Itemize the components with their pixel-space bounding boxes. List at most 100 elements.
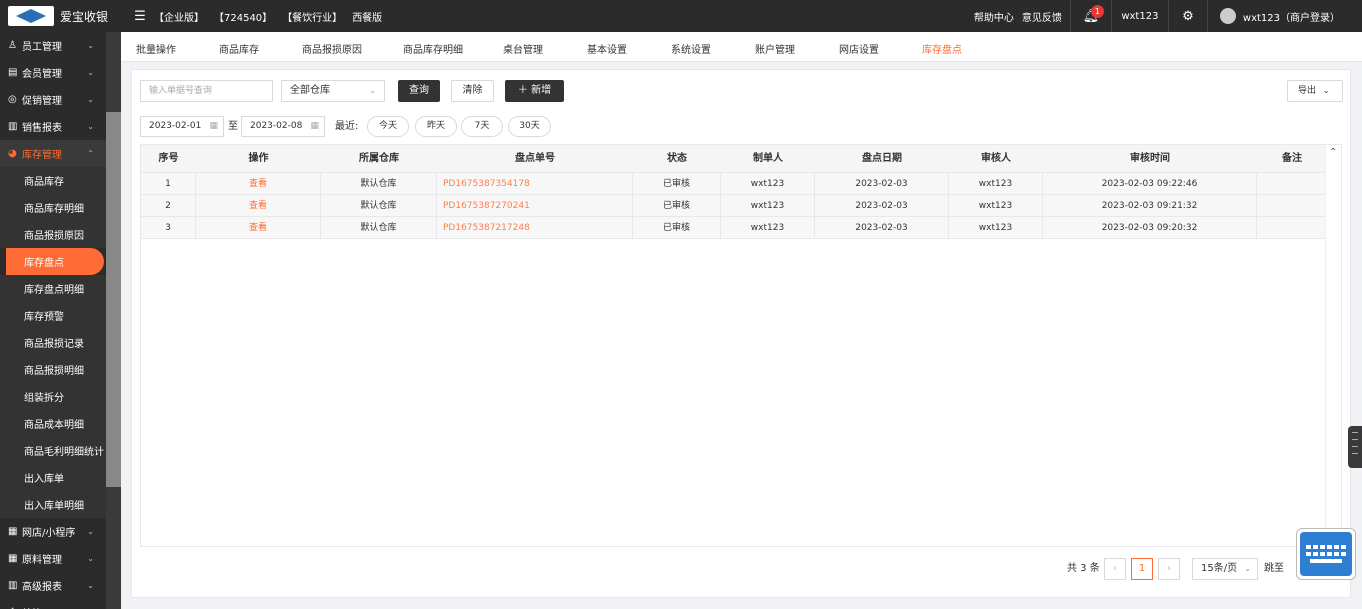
add-button[interactable]: ＋ 新增 [505, 80, 564, 102]
industry-label: 【餐饮行业】 [282, 12, 343, 24]
table-cell: wxt123 [949, 173, 1043, 195]
sidebar-group-2[interactable]: ◎ 促销管理 ⌄ [0, 86, 106, 113]
date-range-separator: 至 [228, 121, 238, 132]
sidebar-item-5[interactable]: 库存预警 [0, 302, 106, 329]
member-icon: ▤ [8, 67, 18, 78]
chevron-down-icon: ⌄ [369, 86, 376, 95]
tab-5[interactable]: 基本设置 [587, 41, 627, 63]
sidebar-group-label: 原料管理 [22, 555, 62, 566]
shop-icon: ▦ [8, 526, 18, 537]
page-1-button[interactable]: 1 [1131, 558, 1153, 580]
table-cell: wxt123 [721, 217, 815, 239]
top-header: 爱宝收银 ☰ 【企业版】 【724540】 【餐饮行业】 西餐版 帮助中心 意见… [0, 0, 1362, 32]
view-link[interactable]: 查看 [196, 217, 321, 239]
table-cell: wxt123 [721, 195, 815, 217]
tab-3[interactable]: 商品库存明细 [403, 41, 463, 63]
column-header: 备注 [1282, 153, 1302, 164]
sidebar-item-7[interactable]: 商品报损明细 [0, 356, 106, 383]
order-number-link[interactable]: PD1675387270241 [437, 195, 633, 217]
main-panel: 输入单据号查询 全部仓库 ⌄ 查询 清除 ＋ 新增 导出 ⌄ 2023-02-0… [131, 69, 1351, 598]
gear-icon[interactable]: ⚙ [1169, 9, 1207, 24]
warehouse-select[interactable]: 全部仓库 ⌄ [281, 80, 385, 102]
side-drawer-handle[interactable] [1348, 426, 1362, 468]
sidebar-item-9[interactable]: 商品成本明细 [0, 410, 106, 437]
table-row[interactable]: 2 查看 默认仓库 PD1675387270241 已审核 wxt123 2023-02-0… [141, 195, 1327, 217]
report-icon: ▥ [8, 580, 18, 591]
avatar[interactable] [1219, 8, 1236, 24]
sidebar-group-inventory[interactable]: ◕ 库存管理 ⌃ [0, 140, 106, 167]
sidebar-item-8[interactable]: 组装拆分 [0, 383, 106, 410]
export-button[interactable]: 导出 ⌄ [1287, 80, 1343, 102]
total-count: 共 3 条 [1067, 563, 1100, 574]
sidebar-item-12[interactable]: 出入库单明细 [0, 491, 106, 518]
sidebar-group-bottom-3[interactable]: ♙结算⌄ [0, 599, 106, 609]
tab-4[interactable]: 桌台管理 [503, 41, 543, 63]
help-center-link[interactable]: 帮助中心 [974, 9, 1014, 24]
version-label: 西餐版 [352, 12, 383, 24]
tab-8[interactable]: 网店设置 [839, 41, 879, 63]
chevron-down-icon: ⌄ [87, 581, 94, 590]
quick-range-yesterday[interactable]: 昨天 [415, 116, 457, 137]
quick-range-30days[interactable]: 30天 [508, 116, 551, 137]
table-cell [1257, 217, 1327, 239]
sidebar-item-11[interactable]: 出入库单 [0, 464, 106, 491]
table-cell: 2023-02-03 [815, 217, 949, 239]
sidebar-item-6[interactable]: 商品报损记录 [0, 329, 106, 356]
sidebar-item-10[interactable]: 商品毛利明细统计 [0, 437, 106, 464]
sidebar-group-bottom-0[interactable]: ▦ 网店/小程序 ⌄ [0, 518, 106, 545]
menu-icon[interactable]: ☰ [132, 9, 148, 24]
sidebar-group-bottom-1[interactable]: ▦ 原料管理 ⌄ [0, 545, 106, 572]
sidebar-item-4[interactable]: 库存盘点明细 [0, 275, 106, 302]
tab-9[interactable]: 库存盘点 [922, 41, 962, 63]
tab-1[interactable]: 商品库存 [219, 41, 259, 63]
notifications-button[interactable]: 🔔︎ 1 [1071, 4, 1111, 24]
page-size-select[interactable]: 15条/页 ⌄ [1192, 558, 1258, 580]
tab-2[interactable]: 商品报损原因 [302, 41, 362, 63]
search-input[interactable]: 输入单据号查询 [140, 80, 273, 102]
sidebar-item-3[interactable]: 库存盘点 [6, 248, 104, 275]
date-from-input[interactable]: 2023-02-01 ▦ [140, 116, 224, 137]
feedback-link[interactable]: 意见反馈 [1022, 9, 1062, 24]
sidebar-scrollbar[interactable] [106, 32, 121, 609]
sidebar-item-2[interactable]: 商品报损原因 [0, 221, 106, 248]
chevron-up-icon: ⌃ [1329, 147, 1338, 158]
table-cell [1257, 195, 1327, 217]
chevron-up-icon: ⌃ [87, 149, 94, 158]
next-page-button[interactable]: › [1158, 558, 1180, 580]
view-link[interactable]: 查看 [196, 173, 321, 195]
column-header: 审核人 [981, 153, 1011, 164]
user-account-label[interactable]: wxt123（商户登录） [1243, 9, 1340, 24]
query-button[interactable]: 查询 [398, 80, 440, 102]
quick-range-7days[interactable]: 7天 [461, 116, 503, 137]
view-link[interactable]: 查看 [196, 195, 321, 217]
jump-to-label: 跳至 [1264, 563, 1284, 574]
order-number-link[interactable]: PD1675387217248 [437, 217, 633, 239]
table-cell: wxt123 [949, 195, 1043, 217]
sidebar-group-1[interactable]: ▤ 会员管理 ⌄ [0, 59, 106, 86]
sidebar-group-0[interactable]: ♙ 员工管理 ⌄ [0, 32, 106, 59]
column-header: 盘点单号 [515, 153, 555, 164]
chevron-down-icon: ⌄ [87, 95, 94, 104]
table-row[interactable]: 3 查看 默认仓库 PD1675387217248 已审核 wxt123 2023-02-0… [141, 217, 1327, 239]
sidebar-item-1[interactable]: 商品库存明细 [0, 194, 106, 221]
order-number-link[interactable]: PD1675387354178 [437, 173, 633, 195]
user-name[interactable]: wxt123 [1112, 11, 1168, 22]
tab-7[interactable]: 账户管理 [755, 41, 795, 63]
sidebar-group-label: 高级报表 [22, 582, 62, 593]
table-cell: 2023-02-03 09:20:32 [1043, 217, 1257, 239]
table-row[interactable]: 1 查看 默认仓库 PD1675387354178 已审核 wxt123 2023-02-0… [141, 173, 1327, 195]
quick-range-today[interactable]: 今天 [367, 116, 409, 137]
clear-button[interactable]: 清除 [451, 80, 494, 102]
sidebar-item-0[interactable]: 商品库存 [0, 167, 106, 194]
sidebar-group-bottom-2[interactable]: ▥ 高级报表 ⌄ [0, 572, 106, 599]
tab-6[interactable]: 系统设置 [671, 41, 711, 63]
pie-icon: ◕ [8, 148, 17, 159]
table-scrollbar[interactable]: ⌃ [1325, 145, 1341, 546]
date-to-input[interactable]: 2023-02-08 ▦ [241, 116, 325, 137]
table-cell: wxt123 [721, 173, 815, 195]
sidebar-group-label: 结算 [22, 605, 42, 609]
sidebar-group-3[interactable]: ▥ 销售报表 ⌄ [0, 113, 106, 140]
tab-0[interactable]: 批量操作 [136, 41, 176, 63]
prev-page-button[interactable]: ‹ [1104, 558, 1126, 580]
virtual-keyboard-button[interactable] [1296, 528, 1356, 580]
